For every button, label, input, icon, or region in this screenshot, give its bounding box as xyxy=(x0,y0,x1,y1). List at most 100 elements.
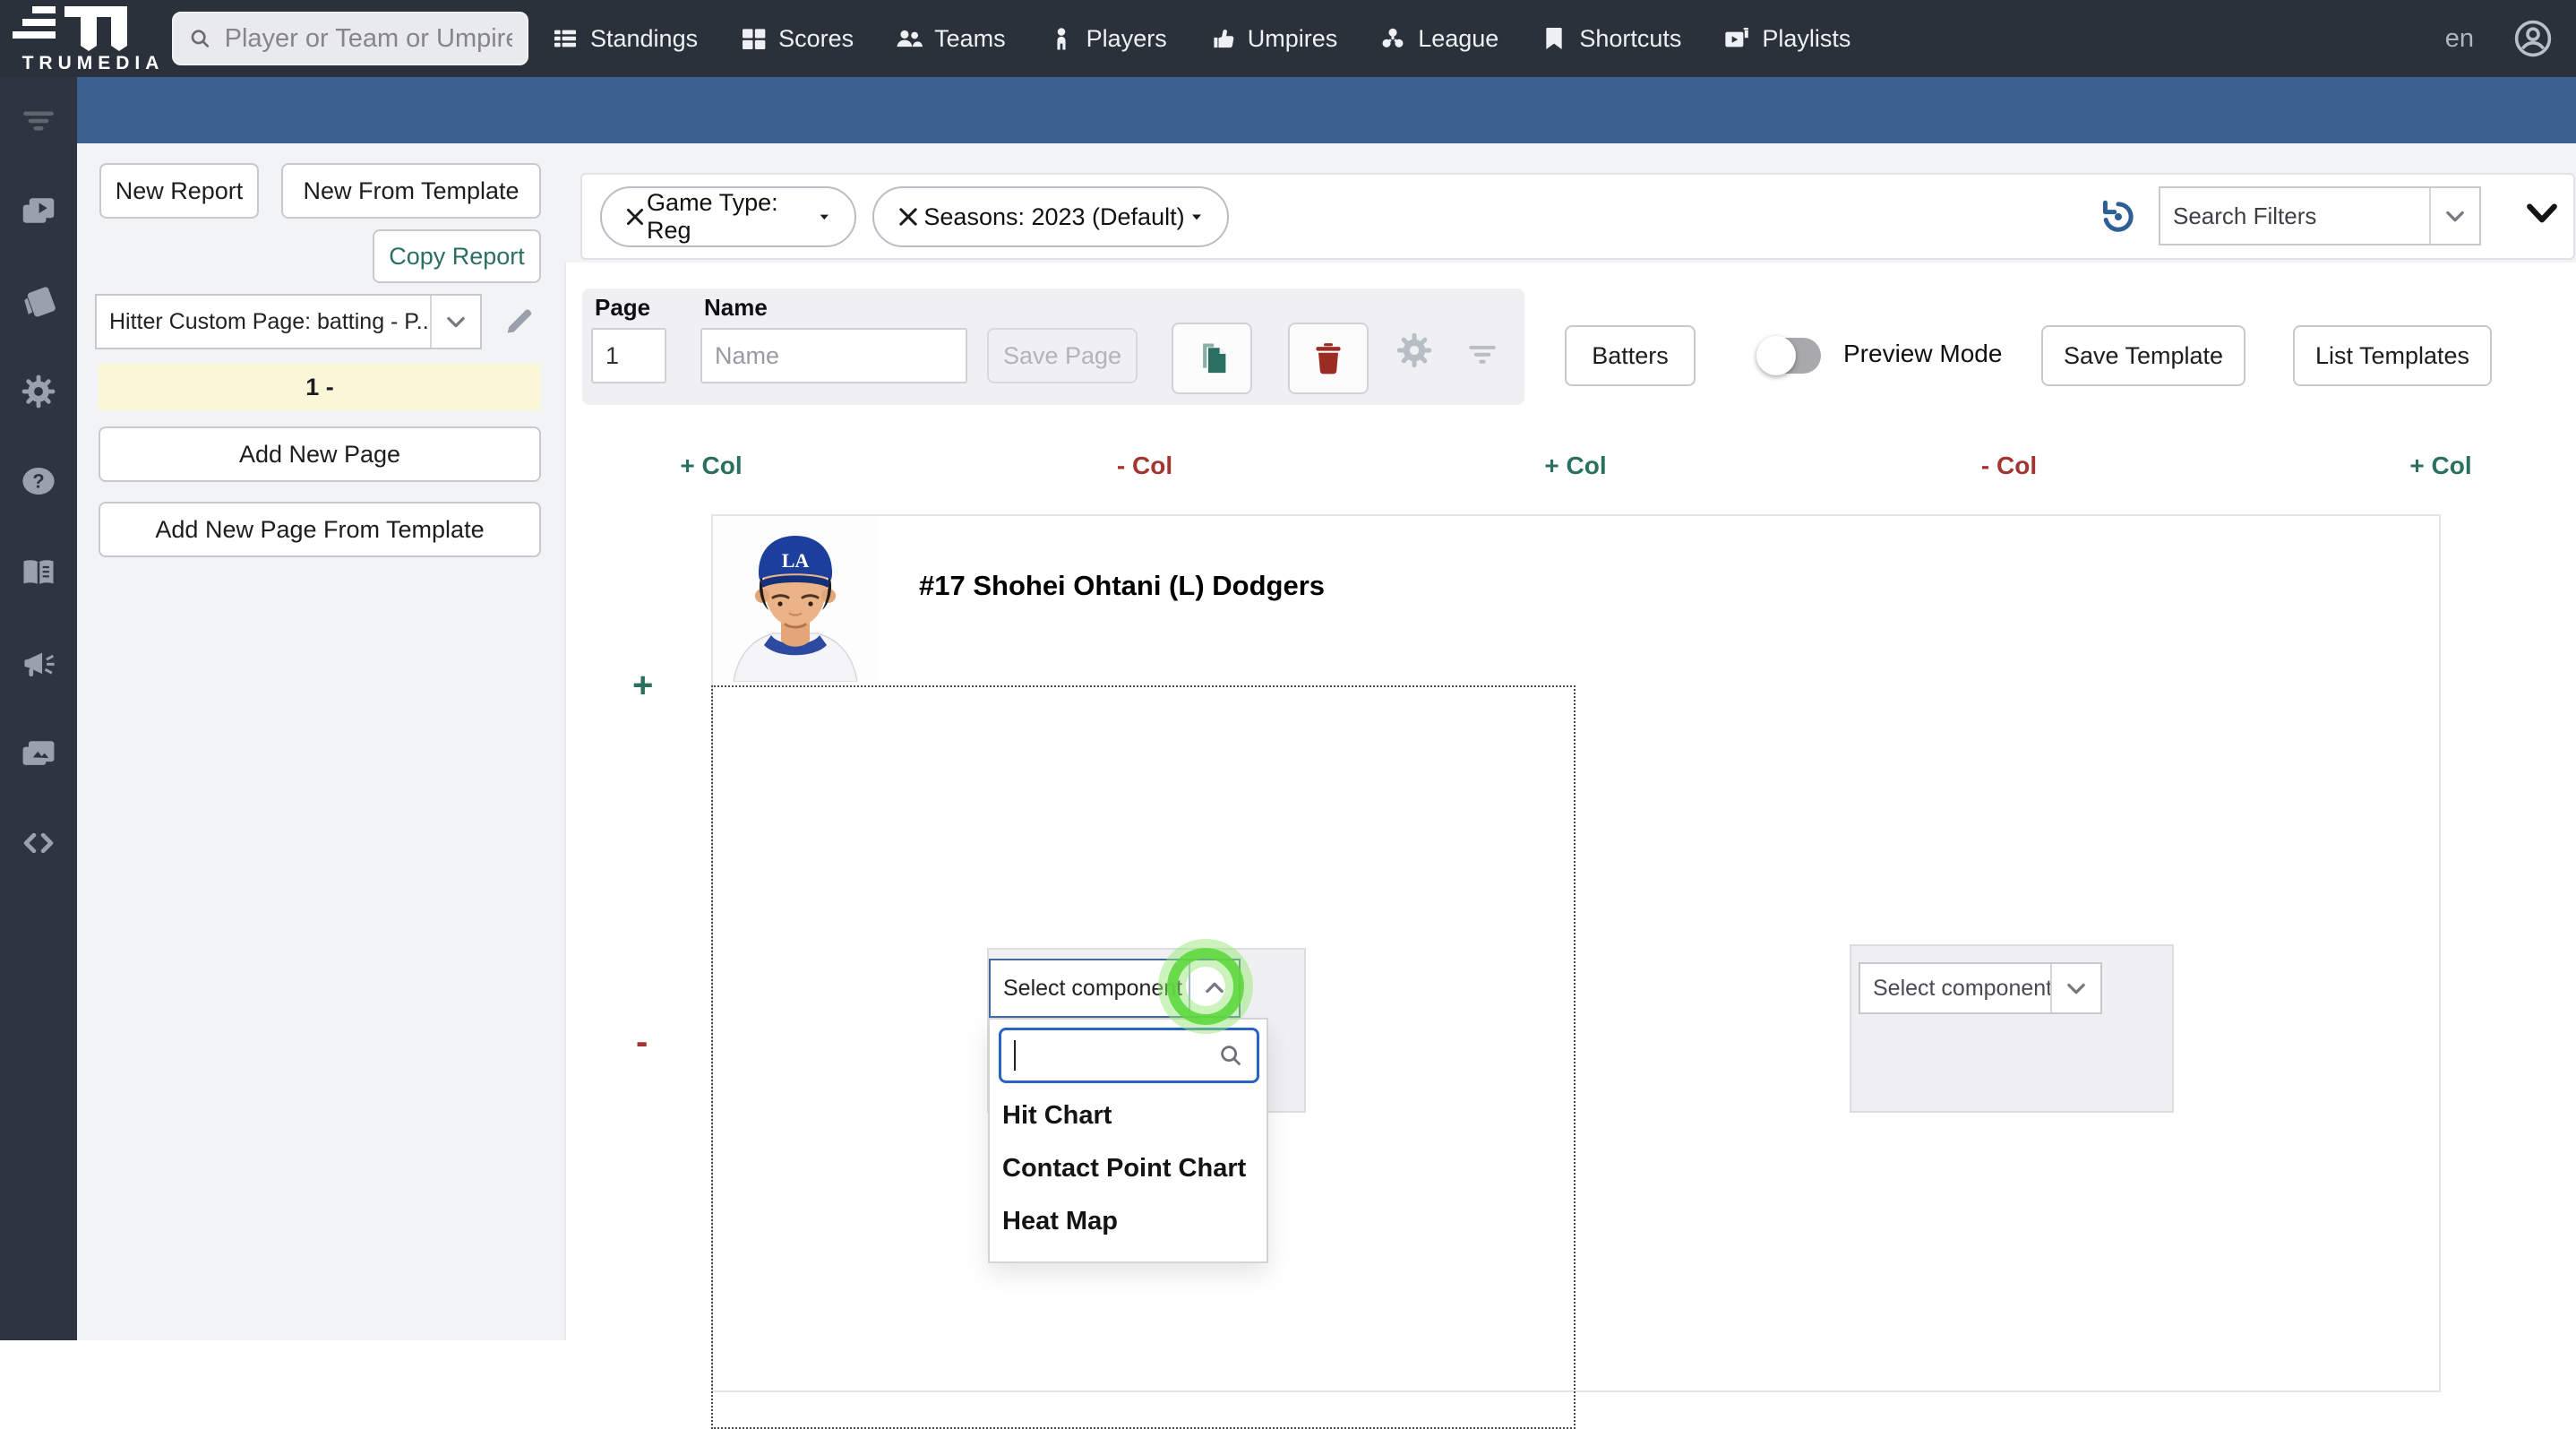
nav-item-players[interactable]: Players xyxy=(1047,24,1167,53)
option-heat-map[interactable]: Heat Map xyxy=(990,1195,1267,1248)
announcements-megaphone-icon[interactable] xyxy=(19,643,58,683)
component-select-right[interactable]: Select component xyxy=(1859,962,2102,1014)
filter-chip-label: Game Type: Reg xyxy=(647,189,778,244)
add-new-page-from-template-button[interactable]: Add New Page From Template xyxy=(99,502,541,557)
trumedia-logo-icon xyxy=(13,6,127,51)
component-select-left[interactable]: Select component xyxy=(989,959,1241,1018)
search-icon xyxy=(1221,1046,1241,1065)
nav-item-standings[interactable]: Standings xyxy=(551,24,698,53)
edit-pencil-icon[interactable] xyxy=(502,303,537,339)
nav-item-shortcuts[interactable]: Shortcuts xyxy=(1540,24,1681,53)
preview-mode-toggle[interactable] xyxy=(1756,336,1821,375)
navbar-right: en xyxy=(2445,0,2555,77)
report-select[interactable]: Hitter Custom Page: batting - P... xyxy=(95,294,482,349)
delete-page-button[interactable] xyxy=(1288,323,1369,394)
add-row-button[interactable]: + xyxy=(632,667,653,703)
scores-icon xyxy=(743,29,766,49)
global-search-input[interactable] xyxy=(224,23,512,54)
header-blue-band xyxy=(77,77,2576,143)
batters-button[interactable]: Batters xyxy=(1565,325,1696,386)
video-playlists-icon[interactable] xyxy=(19,191,58,230)
nav-item-scores[interactable]: Scores xyxy=(739,24,854,53)
caret-down-icon[interactable] xyxy=(1188,208,1206,226)
nav-label: Shortcuts xyxy=(1579,24,1682,52)
player-title: #17 Shohei Ohtani (L) Dodgers xyxy=(919,570,1325,601)
component-select-label: Select component xyxy=(1003,975,1183,1001)
icon-rail: ? xyxy=(0,77,77,1340)
nav-item-league[interactable]: League xyxy=(1378,24,1498,53)
chevron-down-icon[interactable] xyxy=(430,296,480,348)
chevron-down-icon[interactable] xyxy=(2429,188,2479,244)
cards-icon[interactable] xyxy=(19,282,58,322)
text-cursor xyxy=(1014,1040,1016,1071)
nav-item-teams[interactable]: Teams xyxy=(895,24,1006,53)
page-filter-icon[interactable] xyxy=(1465,337,1499,371)
settings-gear-icon[interactable] xyxy=(19,372,58,411)
filter-icon[interactable] xyxy=(19,101,58,141)
code-icon[interactable] xyxy=(19,823,58,863)
toggle-knob xyxy=(1756,336,1796,375)
search-filters-label: Search Filters xyxy=(2173,202,2317,229)
page-number-input[interactable] xyxy=(591,328,666,383)
chevron-up-icon[interactable] xyxy=(1189,960,1239,1016)
component-select-label: Select component xyxy=(1873,975,2050,1001)
remove-col-button[interactable]: - Col xyxy=(1981,452,2037,480)
media-gallery-icon[interactable] xyxy=(19,734,58,773)
filter-bar: Game Type: Reg Seasons: 2023 (Default) S… xyxy=(580,173,2575,260)
report-select-value: Hitter Custom Page: batting - P... xyxy=(109,308,430,334)
trash-icon xyxy=(1316,343,1341,374)
option-hit-chart[interactable]: Hit Chart xyxy=(990,1089,1267,1142)
global-search[interactable] xyxy=(172,12,528,65)
nav-label: Umpires xyxy=(1247,24,1338,52)
report-canvas: Page Name Save Page xyxy=(564,263,2576,1429)
trumedia-logo[interactable]: TRUMEDIA xyxy=(13,3,174,74)
report-page-container: LA #17 Shohei Ohtani (L) Dodgers xyxy=(711,514,2441,1429)
page-list-item-1[interactable]: 1 - xyxy=(99,364,541,410)
report-panel: New Report New From Template Copy Report… xyxy=(77,143,564,1340)
svg-text:?: ? xyxy=(32,470,44,493)
help-icon[interactable]: ? xyxy=(19,461,58,501)
brand-name: TRUMEDIA xyxy=(21,53,165,73)
new-report-button[interactable]: New Report xyxy=(99,163,259,219)
nav-item-playlists[interactable]: Playlists xyxy=(1722,24,1850,53)
save-page-button[interactable]: Save Page xyxy=(987,328,1138,383)
filter-chip-game-type[interactable]: Game Type: Reg xyxy=(600,186,856,247)
page-settings-gear-icon[interactable] xyxy=(1394,330,1435,371)
shortcuts-icon xyxy=(1546,28,1562,49)
user-avatar-icon[interactable] xyxy=(2512,17,2555,60)
component-placeholder-right: Select component xyxy=(1850,944,2174,1113)
locale-label[interactable]: en xyxy=(2445,24,2474,54)
preview-mode-label: Preview Mode xyxy=(1843,340,2003,367)
page-name-input[interactable] xyxy=(700,328,967,383)
nav-label: Standings xyxy=(590,24,699,52)
save-template-button[interactable]: Save Template xyxy=(2041,325,2245,386)
add-col-button[interactable]: + Col xyxy=(1544,452,1606,480)
nav-label: Scores xyxy=(778,24,854,52)
duplicate-page-button[interactable] xyxy=(1172,323,1252,394)
filter-chip-seasons[interactable]: Seasons: 2023 (Default) xyxy=(872,186,1229,247)
remove-col-button[interactable]: - Col xyxy=(1117,452,1172,480)
remove-filter-icon[interactable] xyxy=(896,204,921,229)
list-templates-button[interactable]: List Templates xyxy=(2293,325,2492,386)
search-filters-select[interactable]: Search Filters xyxy=(2159,186,2481,245)
caret-down-icon[interactable] xyxy=(816,208,833,226)
copy-report-button[interactable]: Copy Report xyxy=(373,229,541,283)
filter-chip-label: Seasons: 2023 (Default) xyxy=(923,202,1185,230)
add-new-page-button[interactable]: Add New Page xyxy=(99,426,541,482)
add-col-button[interactable]: + Col xyxy=(680,452,742,480)
chevron-down-icon[interactable] xyxy=(2050,964,2100,1012)
filter-history-icon[interactable] xyxy=(2098,196,2139,237)
nav-item-umpires[interactable]: Umpires xyxy=(1208,24,1338,53)
new-from-template-button[interactable]: New From Template xyxy=(281,163,541,219)
page-label: Page xyxy=(595,294,651,321)
players-icon xyxy=(1057,28,1066,50)
component-dropdown: Hit Chart Contact Point Chart Heat Map xyxy=(988,1018,1268,1263)
remove-row-button[interactable]: - xyxy=(636,1024,648,1060)
add-col-button[interactable]: + Col xyxy=(2409,452,2471,480)
collapse-filters-chevron-icon[interactable] xyxy=(2522,193,2562,228)
component-search-input[interactable] xyxy=(999,1028,1259,1083)
remove-filter-icon[interactable] xyxy=(623,204,647,229)
docs-book-icon[interactable] xyxy=(19,554,58,593)
nav-label: Players xyxy=(1086,24,1167,52)
option-contact-point-chart[interactable]: Contact Point Chart xyxy=(990,1142,1267,1195)
